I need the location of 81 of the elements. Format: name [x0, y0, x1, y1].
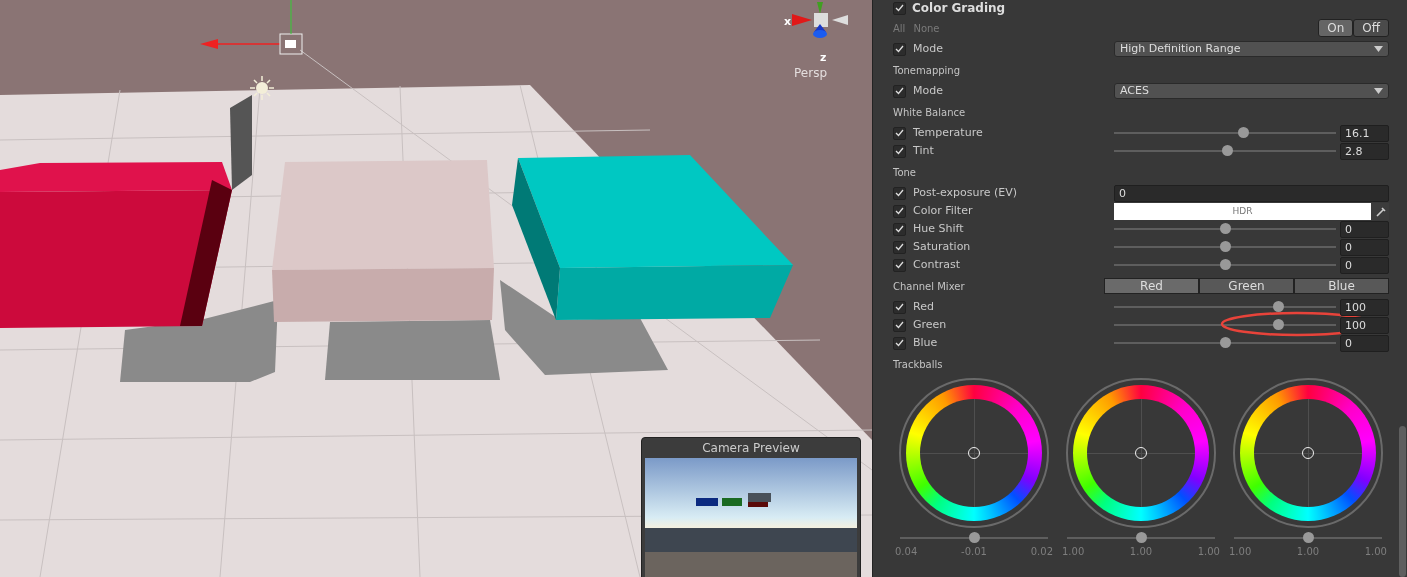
number-field[interactable]: 100	[1340, 298, 1389, 316]
channel-tab[interactable]: Green	[1199, 278, 1294, 294]
checkbox[interactable]	[893, 222, 906, 236]
checkbox[interactable]	[893, 1, 906, 15]
toggle-button[interactable]: On	[1318, 19, 1354, 37]
field-label: Contrast	[913, 256, 960, 273]
checkbox[interactable]	[893, 84, 906, 98]
number-field[interactable]: 0	[1114, 184, 1389, 202]
projection-toggle[interactable]: Persp	[794, 64, 827, 82]
slider-thumb[interactable]	[969, 532, 980, 543]
section-title: White Balance	[893, 106, 966, 120]
sun-icon	[249, 75, 275, 101]
slider-thumb[interactable]	[1222, 145, 1234, 156]
value-label: 1.00	[1197, 545, 1220, 559]
dropdown[interactable]: High Definition Range	[1114, 41, 1389, 57]
slider-thumb[interactable]	[1303, 532, 1314, 543]
field-label: Temperature	[913, 124, 983, 141]
camera-gizmo-icon	[200, 0, 303, 55]
axis-label: x	[784, 14, 792, 30]
value-label: 0.04	[895, 545, 918, 559]
scrollbar[interactable]	[1399, 426, 1406, 577]
field-label: Saturation	[913, 238, 971, 255]
field-label: Red	[913, 298, 934, 315]
checkbox[interactable]	[893, 300, 906, 314]
caret-icon	[1374, 88, 1383, 94]
section-title: Channel Mixer	[893, 280, 965, 294]
value-label: -0.01	[961, 545, 987, 559]
section-title: Trackballs	[893, 358, 943, 372]
field-label: Hue Shift	[913, 220, 964, 237]
checkbox[interactable]	[893, 42, 906, 56]
eyedropper-icon[interactable]	[1371, 202, 1389, 220]
slider-thumb[interactable]	[1136, 532, 1147, 543]
toggle-button[interactable]: Off	[1353, 19, 1389, 37]
caret-icon	[1374, 46, 1383, 52]
checkbox[interactable]	[893, 240, 906, 254]
color-wheel[interactable]	[899, 378, 1049, 528]
slider-thumb[interactable]	[1220, 337, 1231, 348]
value-label: 1.00	[1129, 545, 1153, 559]
checkbox[interactable]	[893, 144, 906, 158]
number-field[interactable]: 16.1	[1340, 124, 1389, 142]
checkbox[interactable]	[893, 186, 906, 200]
channel-tab[interactable]: Red	[1104, 278, 1199, 294]
checkbox[interactable]	[893, 318, 906, 332]
slider-thumb[interactable]	[1237, 127, 1249, 138]
slider-thumb[interactable]	[1220, 259, 1231, 270]
number-field[interactable]: 0	[1340, 220, 1389, 238]
number-field[interactable]: 2.8	[1340, 142, 1389, 160]
color-wheel[interactable]	[1066, 378, 1216, 528]
field-label: Post-exposure (EV)	[913, 184, 1018, 201]
field-label: Blue	[913, 334, 938, 351]
slider-thumb[interactable]	[1273, 301, 1285, 312]
slider-thumb[interactable]	[1273, 319, 1285, 330]
number-field[interactable]: 100	[1340, 316, 1389, 334]
field-label: Tint	[913, 142, 934, 159]
slider-thumb[interactable]	[1220, 241, 1231, 252]
value-label: 1.00	[1364, 545, 1387, 559]
checkbox[interactable]	[893, 336, 906, 350]
value-label: 1.00	[1296, 545, 1320, 559]
section-title: Tone	[893, 166, 917, 180]
checkbox[interactable]	[893, 126, 906, 140]
window-title: Camera Preview	[701, 440, 801, 457]
field-label: Green	[913, 316, 947, 333]
number-field[interactable]: 0	[1340, 334, 1389, 352]
number-field[interactable]: 0	[1340, 256, 1389, 274]
checkbox[interactable]	[893, 258, 906, 272]
field-label: Color Filter	[913, 202, 973, 219]
channel-tab[interactable]: Blue	[1294, 278, 1389, 294]
number-field[interactable]: 0	[1340, 238, 1389, 256]
checkbox[interactable]	[893, 204, 906, 218]
color-wheel[interactable]	[1233, 378, 1383, 528]
field-label: Mode	[913, 82, 943, 99]
value-label: 1.00	[1229, 545, 1252, 559]
dropdown[interactable]: ACES	[1114, 83, 1389, 99]
axis-label: z	[820, 50, 827, 66]
field-label: Mode	[913, 40, 943, 57]
value-label: 0.02	[1030, 545, 1053, 559]
color-field[interactable]: HDR	[1114, 202, 1371, 220]
value-label: 1.00	[1062, 545, 1085, 559]
section-title: Color Grading	[912, 0, 1006, 17]
section-title: Tonemapping	[893, 64, 961, 78]
slider-thumb[interactable]	[1220, 223, 1231, 234]
